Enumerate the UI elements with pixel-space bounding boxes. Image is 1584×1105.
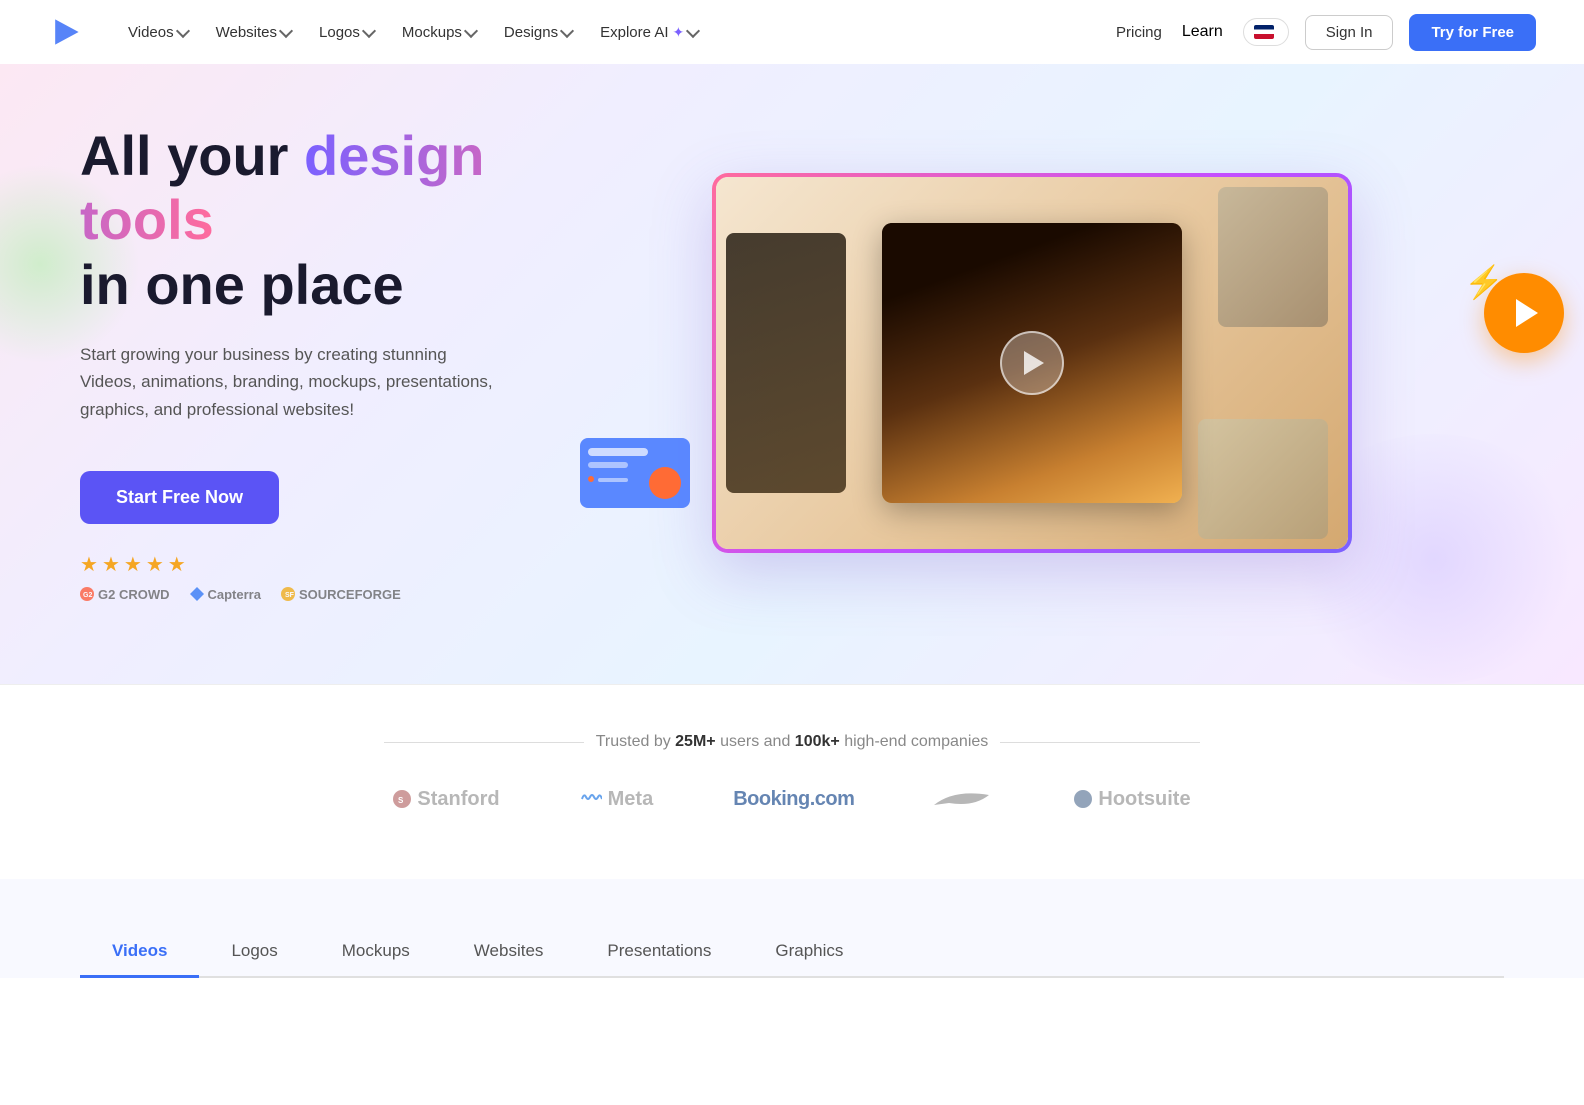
booking-logo: Booking.com [733, 788, 854, 811]
chevron-icon [279, 23, 293, 37]
ai-star-icon: ✦ [673, 24, 685, 41]
chevron-icon [464, 23, 478, 37]
language-selector[interactable] [1243, 18, 1289, 46]
star-5: ★ [168, 552, 186, 577]
tab-logos[interactable]: Logos [199, 927, 309, 978]
nike-logo [934, 787, 994, 811]
tryfree-button[interactable]: Try for Free [1409, 14, 1536, 51]
stars-row: ★ ★ ★ ★ ★ [80, 552, 520, 577]
hero-left: All your design tools in one place Start… [80, 124, 560, 602]
review-logos: G2 G2 CROWD Capterra SF SOURCEFORGE [80, 587, 520, 602]
nav-item-websites[interactable]: Websites [204, 16, 303, 49]
trusted-text: Trusted by 25M+ users and 100k+ high-end… [80, 733, 1504, 751]
pricing-link[interactable]: Pricing [1112, 16, 1166, 49]
lightning-icon: ⚡ [1464, 263, 1504, 301]
hero-subtitle: Start growing your business by creating … [80, 341, 500, 423]
svg-text:G2: G2 [83, 592, 92, 599]
capterra-logo: Capterra [190, 587, 261, 602]
nav-right: Pricing Learn Sign In Try for Free [1112, 14, 1536, 51]
tab-presentations[interactable]: Presentations [575, 927, 743, 978]
photo-bottom-right [1198, 419, 1328, 539]
chevron-icon [686, 23, 700, 37]
stanford-logo: S Stanford [393, 788, 499, 811]
chevron-icon [176, 23, 190, 37]
nav-item-mockups[interactable]: Mockups [390, 16, 488, 49]
video-inner [716, 177, 1348, 549]
svg-text:S: S [398, 796, 404, 805]
start-free-button[interactable]: Start Free Now [80, 471, 279, 524]
logo[interactable] [48, 14, 84, 50]
divider-left [384, 742, 584, 743]
navbar: Videos Websites Logos Mockups Designs Ex… [0, 0, 1584, 64]
photo-top-right [1218, 187, 1328, 327]
hero-section: All your design tools in one place Start… [0, 64, 1584, 684]
nav-links: Videos Websites Logos Mockups Designs Ex… [116, 16, 1112, 49]
signin-button[interactable]: Sign In [1305, 15, 1394, 50]
hero-right: ⚡ [560, 173, 1504, 553]
star-4: ★ [146, 552, 164, 577]
video-frame[interactable] [712, 173, 1352, 553]
divider-right [1000, 742, 1200, 743]
learn-dropdown[interactable]: Learn [1182, 23, 1227, 41]
nav-item-explore-ai[interactable]: Explore AI ✦ [588, 16, 710, 49]
svg-text:SF: SF [285, 592, 295, 599]
meta-logo: Meta [580, 788, 654, 811]
tab-videos[interactable]: Videos [80, 927, 199, 978]
tabs-section: Videos Logos Mockups Websites Presentati… [0, 879, 1584, 978]
play-button[interactable] [1000, 331, 1064, 395]
photo-left [726, 233, 846, 493]
flag-icon [1254, 25, 1274, 39]
tab-graphics[interactable]: Graphics [743, 927, 875, 978]
tabs-nav: Videos Logos Mockups Websites Presentati… [80, 927, 1504, 978]
tab-mockups[interactable]: Mockups [310, 927, 442, 978]
play-triangle-icon [1024, 351, 1044, 375]
star-1: ★ [80, 552, 98, 577]
chevron-icon [560, 23, 574, 37]
float-play-icon [1516, 299, 1538, 327]
nav-item-videos[interactable]: Videos [116, 16, 200, 49]
star-2: ★ [102, 552, 120, 577]
center-photo [882, 223, 1182, 503]
nav-item-logos[interactable]: Logos [307, 16, 386, 49]
floating-card [580, 428, 710, 523]
star-3: ★ [124, 552, 142, 577]
hero-title-suffix: in one place [80, 253, 404, 316]
hootsuite-logo: Hootsuite [1074, 788, 1190, 811]
g2-logo: G2 G2 CROWD [80, 587, 170, 602]
trusted-section: Trusted by 25M+ users and 100k+ high-end… [0, 684, 1584, 859]
sourceforge-logo: SF SOURCEFORGE [281, 587, 401, 602]
tab-websites[interactable]: Websites [442, 927, 576, 978]
company-logos: S Stanford Meta Booking.com Hootsuite [80, 787, 1504, 811]
hero-content: All your design tools in one place Start… [0, 64, 1584, 662]
nav-item-designs[interactable]: Designs [492, 16, 584, 49]
chevron-icon [362, 23, 376, 37]
hero-title: All your design tools in one place [80, 124, 520, 317]
